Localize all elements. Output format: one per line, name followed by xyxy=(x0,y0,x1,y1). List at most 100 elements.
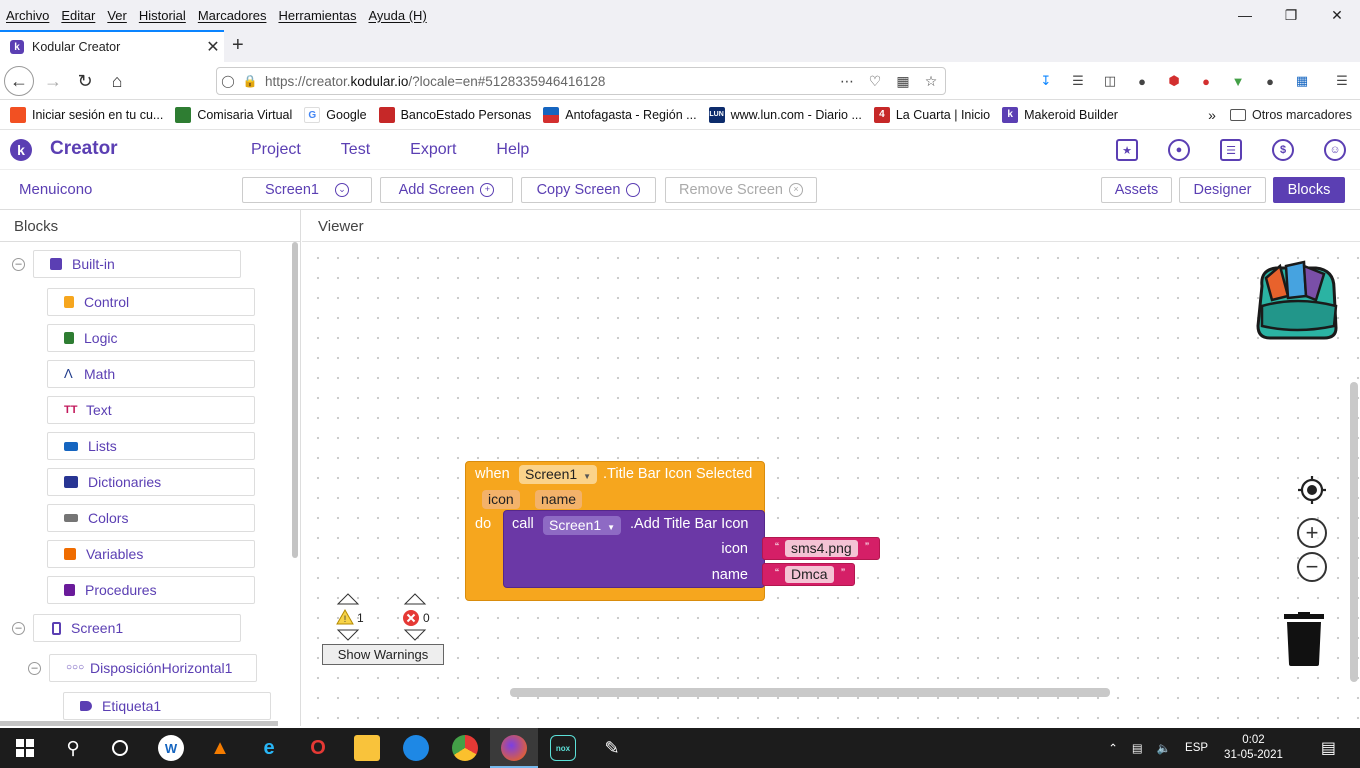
nav-test[interactable]: Test xyxy=(341,141,370,159)
zoom-out-button[interactable]: − xyxy=(1297,552,1327,582)
translate-ext-icon[interactable]: ▦ xyxy=(1286,70,1318,92)
task-view-icon[interactable] xyxy=(107,735,133,761)
edge-icon[interactable] xyxy=(403,735,429,761)
account-icon[interactable]: ☺ xyxy=(1324,139,1346,161)
tree-screen1[interactable]: Screen1 xyxy=(33,614,241,642)
vlc-icon[interactable]: ▲ xyxy=(207,735,233,761)
tree-lists[interactable]: Lists xyxy=(47,432,255,460)
sidebar-icon[interactable]: ◫ xyxy=(1094,70,1126,92)
adblock-icon[interactable]: ⬢ xyxy=(1158,70,1190,92)
bookmark-item[interactable]: BancoEstado Personas xyxy=(378,106,531,123)
tree-arrangement[interactable]: ○○○ DisposiciónHorizontal1 xyxy=(49,654,257,682)
tree-builtin[interactable]: Built-in xyxy=(33,250,241,278)
other-bookmarks[interactable]: » Otros marcadores xyxy=(1208,107,1352,123)
download-icon[interactable]: ↧ xyxy=(1030,70,1062,92)
account-j-icon[interactable]: ● xyxy=(1126,70,1158,92)
bookmark-item[interactable]: Iniciar sesión en tu cu... xyxy=(10,106,163,123)
shield-icon[interactable]: ◯ xyxy=(217,74,239,88)
palette-icon[interactable]: ● xyxy=(1168,139,1190,161)
param-icon[interactable]: icon xyxy=(482,490,520,509)
paint-icon[interactable]: ✎ xyxy=(599,735,625,761)
trash-icon[interactable] xyxy=(1284,612,1324,666)
bookmark-item[interactable]: LUN www.lun.com - Diario ... xyxy=(708,106,862,123)
text-value[interactable]: sms4.png xyxy=(785,540,858,557)
menu-ayuda[interactable]: Ayuda (H) xyxy=(362,8,432,23)
library-icon[interactable]: ☰ xyxy=(1062,70,1094,92)
param-name[interactable]: name xyxy=(535,490,583,509)
home-icon[interactable]: ⌂ xyxy=(102,67,132,95)
assets-button[interactable]: Assets xyxy=(1101,177,1172,203)
tree-dictionaries[interactable]: Dictionaries xyxy=(47,468,255,496)
more-actions-icon[interactable]: ⋯ xyxy=(833,73,861,90)
kodular-logo-icon[interactable]: k xyxy=(10,139,32,161)
tree-procedures[interactable]: Procedures xyxy=(47,576,255,604)
zoom-in-button[interactable]: + xyxy=(1297,518,1327,548)
tab-kodular-creator[interactable]: k Kodular Creator ✕ xyxy=(0,30,224,62)
reload-icon[interactable]: ↻ xyxy=(70,67,100,95)
close-window-icon[interactable]: ✕ xyxy=(1314,0,1360,30)
menu-herramientas[interactable]: Herramientas xyxy=(272,8,362,23)
collapse-builtin-icon[interactable]: – xyxy=(12,258,25,271)
bookmark-item[interactable]: k Makeroid Builder xyxy=(1002,106,1118,123)
menu-marcadores[interactable]: Marcadores xyxy=(192,8,273,23)
back-arrow-icon[interactable]: ← xyxy=(4,66,34,96)
download-helper-icon[interactable]: ▼ xyxy=(1222,70,1254,92)
windows-start-icon[interactable] xyxy=(12,735,38,761)
docs-icon[interactable]: ☰ xyxy=(1220,139,1242,161)
nox-icon[interactable]: nox xyxy=(550,735,576,761)
chevron-up-icon[interactable]: ⌃ xyxy=(1108,741,1118,755)
designer-button[interactable]: Designer xyxy=(1179,177,1266,203)
chevron-right-icon[interactable]: » xyxy=(1208,107,1216,123)
bookmark-item[interactable]: Comisaria Virtual xyxy=(175,106,292,123)
call-block-add-title-bar-icon[interactable]: call Screen1 ▼ .Add Title Bar Icon icon n… xyxy=(503,510,765,588)
menu-ver[interactable]: Ver xyxy=(101,8,133,23)
nav-project[interactable]: Project xyxy=(251,141,301,159)
opera-browser-icon[interactable]: O xyxy=(305,735,331,761)
maximize-icon[interactable]: ❐ xyxy=(1268,0,1314,30)
bookmark-item[interactable]: Antofagasta - Región ... xyxy=(543,106,697,123)
pocket-icon[interactable]: ♡ xyxy=(861,73,889,90)
bookmark-item[interactable]: G Google xyxy=(304,106,367,123)
search-icon[interactable]: ⚲ xyxy=(60,735,86,761)
blocks-workspace[interactable]: when Screen1 ▼ .Title Bar Icon Selected i… xyxy=(302,242,1360,726)
clock[interactable]: 0:02 31-05-2021 xyxy=(1224,733,1283,763)
menu-historial[interactable]: Historial xyxy=(133,8,192,23)
tree-variables[interactable]: Variables xyxy=(47,540,255,568)
tree-text[interactable]: TT Text xyxy=(47,396,255,424)
tree-colors[interactable]: Colors xyxy=(47,504,255,532)
tree-math[interactable]: Λ Math xyxy=(47,360,255,388)
url-text[interactable]: https://creator.kodular.io/?locale=en#51… xyxy=(261,74,833,89)
language-indicator[interactable]: ESP xyxy=(1185,742,1208,754)
add-screen-button[interactable]: Add Screen + xyxy=(380,177,513,203)
backpack-icon[interactable] xyxy=(1252,256,1342,340)
text-block-dmca[interactable]: “ Dmca ” xyxy=(762,563,855,586)
copy-screen-button[interactable]: Copy Screen xyxy=(521,177,656,203)
lock-icon[interactable]: 🔒 xyxy=(239,74,261,88)
opera-icon[interactable]: ● xyxy=(1190,70,1222,92)
text-value[interactable]: Dmca xyxy=(785,566,834,583)
dollar-icon[interactable]: $ xyxy=(1272,139,1294,161)
bookmark-item[interactable]: 4 La Cuarta | Inicio xyxy=(873,106,990,123)
recenter-button[interactable] xyxy=(1297,475,1327,505)
folder-star-icon[interactable]: ★ xyxy=(1116,139,1138,161)
text-block-sms4[interactable]: “ sms4.png ” xyxy=(762,537,880,560)
screen-select[interactable]: Screen1 ⌄ xyxy=(242,177,372,203)
tree-control[interactable]: Control xyxy=(47,288,255,316)
translate-icon[interactable]: ▦ xyxy=(889,73,917,90)
chrome-icon[interactable] xyxy=(452,735,478,761)
extension-icon[interactable]: ● xyxy=(1254,70,1286,92)
nav-export[interactable]: Export xyxy=(410,141,456,159)
close-tab-icon[interactable]: ✕ xyxy=(202,37,224,57)
app-w-icon[interactable]: W xyxy=(158,735,184,761)
menu-archivo[interactable]: Archivo xyxy=(0,8,55,23)
nav-help[interactable]: Help xyxy=(496,141,529,159)
firefox-icon[interactable] xyxy=(501,735,527,761)
url-bar[interactable]: ◯ 🔒 https://creator.kodular.io/?locale=e… xyxy=(216,67,946,95)
collapse-screen1-icon[interactable]: – xyxy=(12,622,25,635)
tree-logic[interactable]: Logic xyxy=(47,324,255,352)
call-component-dropdown[interactable]: Screen1 ▼ xyxy=(543,516,622,535)
bookmark-star-icon[interactable]: ☆ xyxy=(917,73,945,90)
blocks-panel-scrollbar[interactable] xyxy=(292,242,298,558)
notifications-icon[interactable]: ▤ xyxy=(1321,738,1336,758)
show-warnings-button[interactable]: Show Warnings xyxy=(322,644,444,665)
